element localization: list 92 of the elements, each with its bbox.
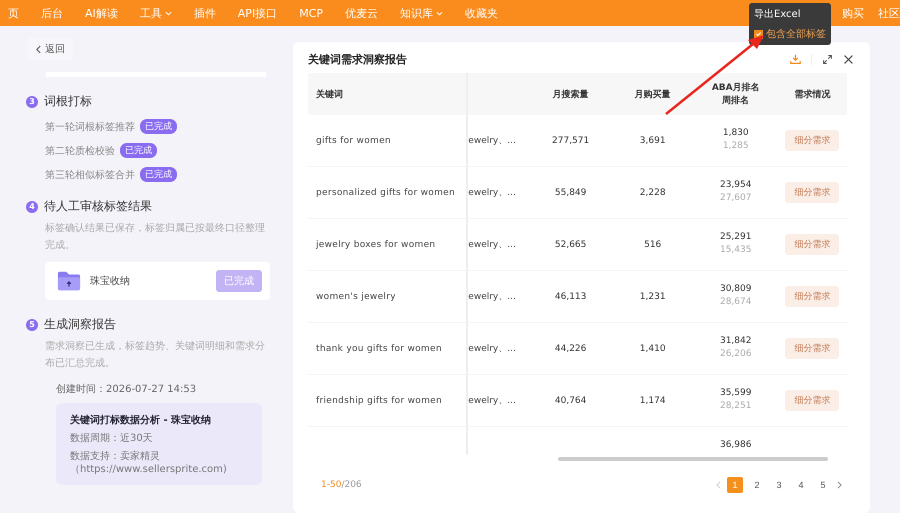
weekly-rank: 1,285 <box>722 141 749 151</box>
completed-button[interactable]: 已完成 <box>216 270 262 292</box>
status-badge: 已完成 <box>140 167 177 182</box>
monthly-rank: 36,986 <box>720 440 752 450</box>
category-cell-text: ewelry、... <box>468 343 516 355</box>
search-volume-cell: 55,849 <box>554 188 586 198</box>
file-name: 珠宝收纳 <box>90 274 131 288</box>
column-header: 需求情况 <box>793 88 832 100</box>
nav-link[interactable]: 知识库 <box>400 6 443 20</box>
subtask-label: 第一轮词根标签推荐 <box>45 120 135 134</box>
nav-link[interactable]: 页 <box>8 6 19 20</box>
report-title: 关键词打标数据分析 - 珠宝收纳 <box>70 413 212 427</box>
keyword-cell: friendship gifts for women <box>316 396 442 406</box>
step-description: 标签确认结果已保存，标签归属已按最终口径整理完成。 <box>45 222 266 253</box>
search-volume-cell: 44,226 <box>554 344 586 354</box>
subtask-label: 第二轮质检校验 <box>45 144 115 158</box>
nav-link[interactable]: 收藏夹 <box>465 6 498 20</box>
tooltip-title: 导出Excel <box>754 8 802 21</box>
column-header: 周排名 <box>722 94 750 107</box>
nav-link[interactable]: API接口 <box>238 6 278 20</box>
report-period: 数据周期：近30天 <box>70 432 154 445</box>
purchase-volume-cell: 2,228 <box>640 188 666 198</box>
nav-link[interactable]: 工具 <box>140 6 172 20</box>
nav-link[interactable]: 后台 <box>41 6 63 20</box>
search-volume-cell: 277,571 <box>552 136 590 146</box>
nav-link[interactable]: AI解读 <box>85 6 118 20</box>
weekly-rank: 27,607 <box>720 193 752 203</box>
category-cell-text: ewelry、... <box>468 395 516 407</box>
option-label: 包含全部标签 <box>766 28 826 41</box>
demand-tag: 细分需求 <box>785 130 840 151</box>
keyword-cell: personalized gifts for women <box>316 188 456 198</box>
step-title: 生成洞察报告 <box>44 316 116 333</box>
keyword-cell: gifts for women <box>316 136 391 146</box>
search-volume-cell: 40,764 <box>554 396 586 406</box>
demand-tag: 细分需求 <box>785 234 840 255</box>
page-button[interactable]: 1 <box>727 477 743 493</box>
monthly-rank: 25,291 <box>720 232 752 242</box>
monthly-rank: 35,599 <box>720 388 752 398</box>
purchase-volume-cell: 516 <box>644 240 662 250</box>
panel-title: 关键词需求洞察报告 <box>308 52 407 67</box>
page-button[interactable]: 2 <box>749 477 765 493</box>
report-card[interactable]: 关键词打标数据分析 - 珠宝收纳 数据周期：近30天 数据支持：卖家精灵（https://www.sellersprite.com) <box>56 403 262 485</box>
search-volume-cell: 46,113 <box>554 292 586 302</box>
monthly-rank: 23,954 <box>720 180 752 190</box>
purchase-volume-cell: 3,691 <box>640 136 666 146</box>
nav-link[interactable]: MCP <box>299 6 323 20</box>
step-number: 4 <box>26 200 38 212</box>
column-header: 月搜索量 <box>552 88 590 100</box>
step-title: 待人工审核标签结果 <box>44 198 152 215</box>
monthly-rank: 31,842 <box>720 336 752 346</box>
demand-tag: 细分需求 <box>785 182 840 203</box>
created-time: 创建时间：2026-07-27 14:53 <box>56 382 198 396</box>
back-button[interactable]: 返回 <box>28 38 73 60</box>
category-cell-text: ewelry、... <box>468 291 516 303</box>
subtask-label: 第三轮相似标签合并 <box>45 168 135 182</box>
demand-tag: 细分需求 <box>785 390 840 411</box>
page-button[interactable]: 3 <box>771 477 787 493</box>
result-count: 1-50/206 <box>321 480 362 490</box>
page-button[interactable]: 4 <box>793 477 809 493</box>
step-number: 3 <box>26 96 38 108</box>
nav-link[interactable]: 优麦云 <box>345 6 378 20</box>
purchase-volume-cell: 1,174 <box>640 396 666 406</box>
nav-link[interactable]: 社区 <box>878 6 900 20</box>
status-badge: 已完成 <box>120 143 157 158</box>
search-volume-cell: 52,665 <box>554 240 586 250</box>
column-header: 关键词 <box>308 73 468 115</box>
weekly-rank: 28,674 <box>720 297 752 307</box>
column-header: ABA月排名 <box>712 82 760 94</box>
step-title: 词根打标 <box>44 93 92 110</box>
weekly-rank: 26,206 <box>720 349 752 359</box>
report-source: 数据支持：卖家精灵（https://www.sellersprite.com) <box>70 450 228 476</box>
purchase-volume-cell: 1,231 <box>640 292 666 302</box>
weekly-rank: 15,435 <box>720 245 752 255</box>
category-cell-text: ewelry、... <box>468 187 516 199</box>
page-button[interactable]: 5 <box>815 477 831 493</box>
keyword-cell: jewelry boxes for women <box>316 240 436 250</box>
keyword-cell: thank you gifts for women <box>316 344 442 354</box>
step-description: 需求洞察已生成，标签趋势、关键词明细和需求分布已汇总完成。 <box>45 340 266 371</box>
nav-link[interactable]: 购买 <box>842 6 864 20</box>
nav-link[interactable]: 插件 <box>194 6 216 20</box>
category-cell-text: ewelry、... <box>468 135 516 147</box>
category-cell-text: ewelry、... <box>468 239 516 251</box>
status-badge: 已完成 <box>140 119 177 134</box>
monthly-rank: 1,830 <box>722 128 749 138</box>
demand-tag: 细分需求 <box>785 286 840 307</box>
column-header: 月购买量 <box>634 88 672 100</box>
purchase-volume-cell: 1,410 <box>640 344 666 354</box>
step-number: 5 <box>26 318 38 330</box>
demand-tag: 细分需求 <box>785 338 840 359</box>
monthly-rank: 30,809 <box>720 284 752 294</box>
keyword-cell: women's jewelry <box>316 292 396 302</box>
weekly-rank: 28,251 <box>720 401 752 411</box>
